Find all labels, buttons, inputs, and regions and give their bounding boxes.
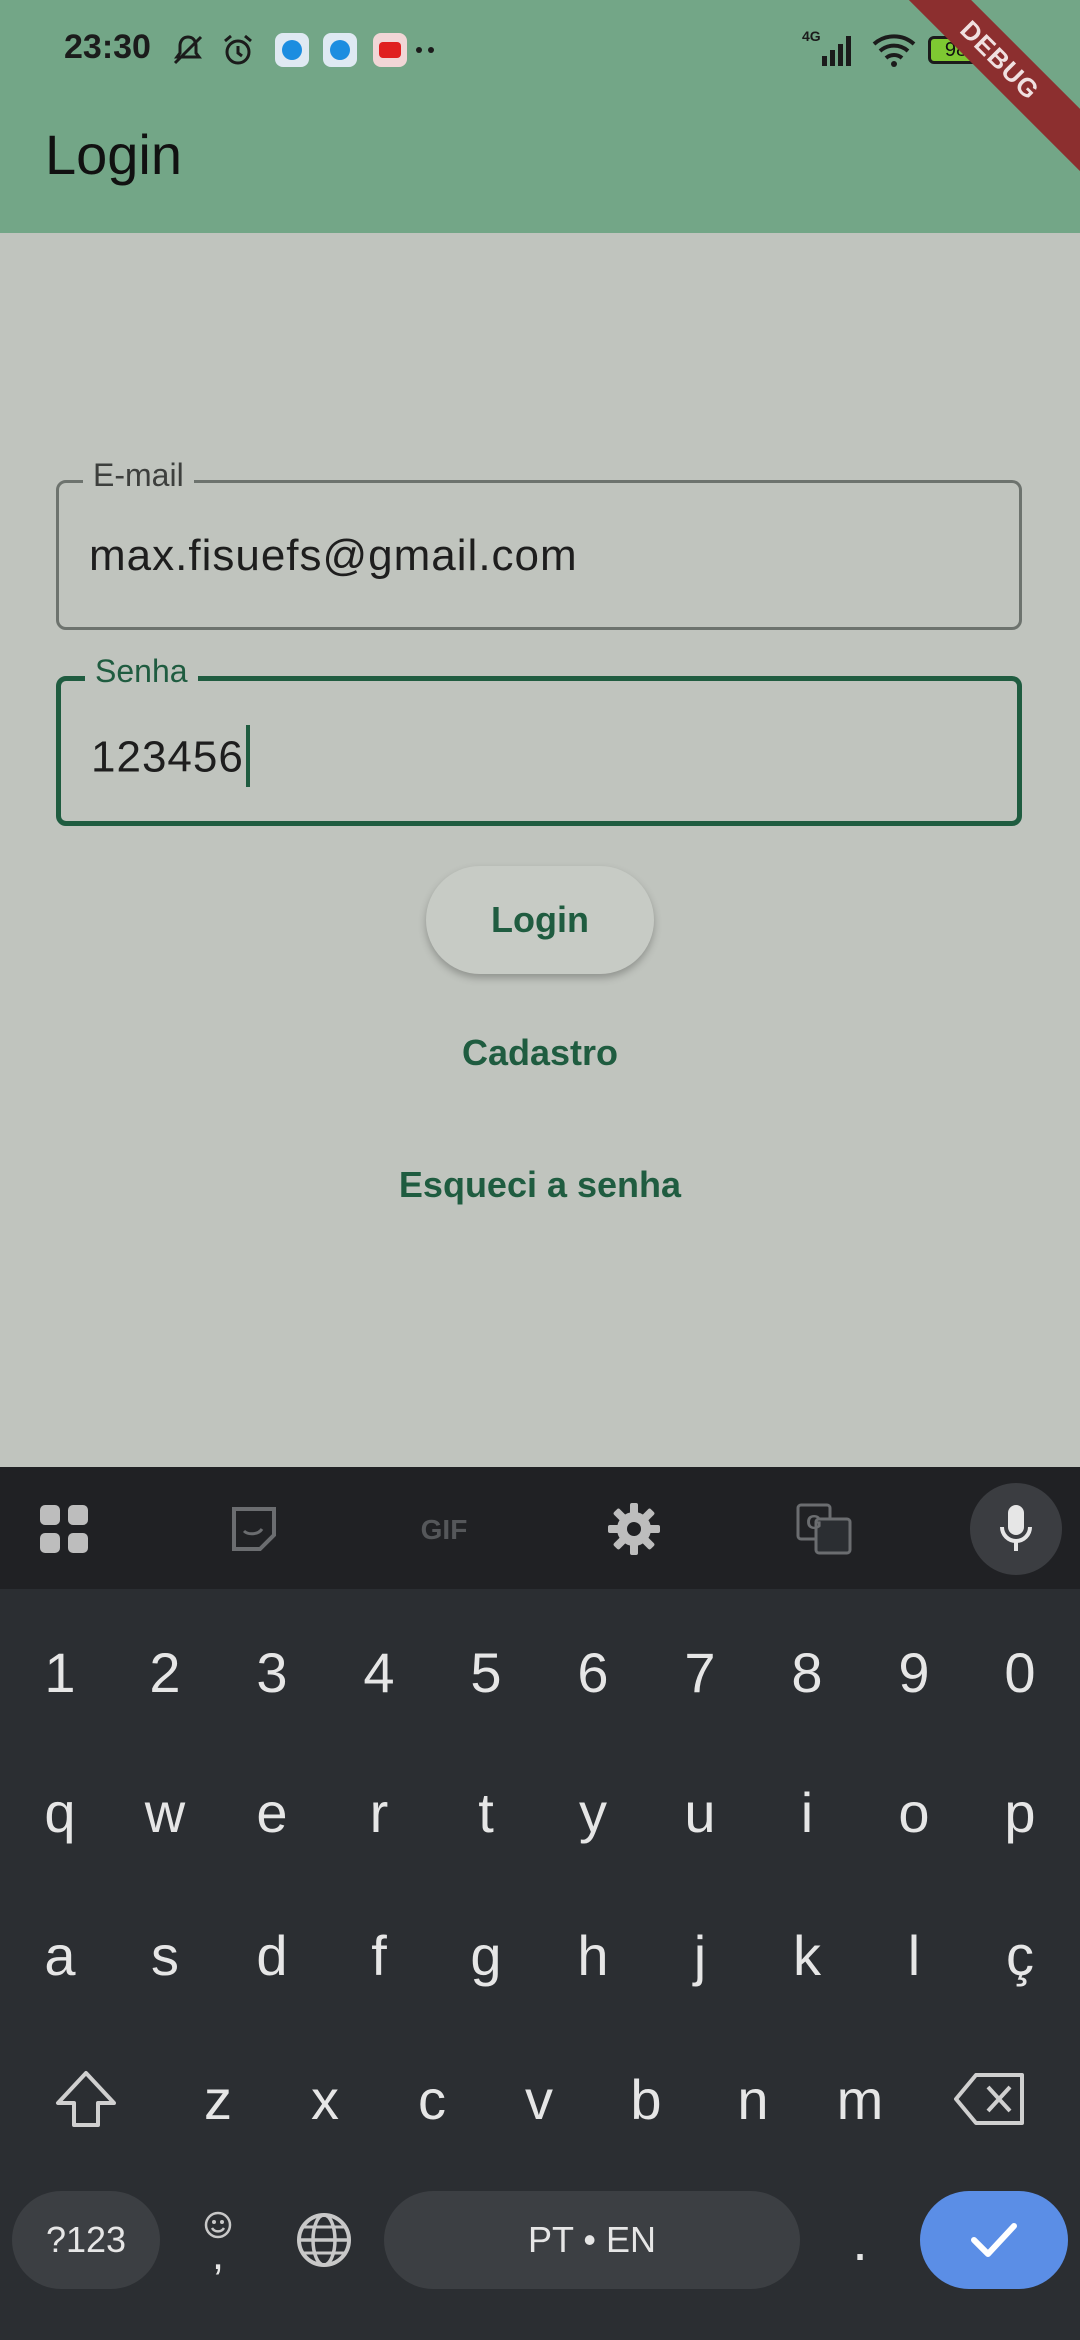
- email-value: max.fisuefs@gmail.com: [89, 531, 578, 580]
- key-6[interactable]: 6: [543, 1617, 643, 1727]
- key-t[interactable]: t: [436, 1757, 536, 1867]
- key-f[interactable]: f: [329, 1900, 429, 2010]
- email-label: E-mail: [83, 457, 194, 494]
- password-value-wrap: 123456: [91, 725, 250, 791]
- language-key[interactable]: [274, 2185, 374, 2295]
- key-v[interactable]: v: [489, 2044, 589, 2154]
- key-z[interactable]: z: [168, 2044, 268, 2154]
- signup-link[interactable]: Cadastro: [0, 1032, 1080, 1074]
- period-key[interactable]: .: [810, 2185, 910, 2295]
- key-c-cedilla[interactable]: ç: [970, 1900, 1070, 2010]
- status-time: 23:30: [64, 28, 151, 66]
- key-8[interactable]: 8: [757, 1617, 857, 1727]
- settings-gear-icon[interactable]: [592, 1487, 676, 1571]
- wifi-icon: [870, 30, 918, 70]
- backspace-key[interactable]: [940, 2044, 1040, 2154]
- more-notifications-icon: [414, 30, 438, 70]
- space-bar[interactable]: PT • EN: [384, 2191, 800, 2289]
- key-r[interactable]: r: [329, 1757, 429, 1867]
- globe-icon: [297, 2213, 351, 2267]
- mute-bell-icon: [168, 30, 208, 70]
- text-caret: [245, 725, 250, 787]
- gif-icon[interactable]: GIF: [402, 1487, 486, 1571]
- svg-text:G: G: [806, 1512, 822, 1534]
- keyboard-toolbar: GIF G: [0, 1467, 1080, 1589]
- alarm-icon: [218, 30, 258, 70]
- key-e[interactable]: e: [222, 1757, 322, 1867]
- key-y[interactable]: y: [543, 1757, 643, 1867]
- key-a[interactable]: a: [10, 1900, 110, 2010]
- key-u[interactable]: u: [650, 1757, 750, 1867]
- comma-label: ,: [211, 2230, 225, 2279]
- app-notification-icon-2: [320, 30, 360, 70]
- apps-grid-icon[interactable]: [22, 1487, 106, 1571]
- key-x[interactable]: x: [275, 2044, 375, 2154]
- key-g[interactable]: g: [436, 1900, 536, 2010]
- key-p[interactable]: p: [970, 1757, 1070, 1867]
- key-l[interactable]: l: [864, 1900, 964, 2010]
- forgot-password-link[interactable]: Esqueci a senha: [0, 1164, 1080, 1206]
- password-field[interactable]: Senha 123456: [56, 653, 1022, 826]
- symbols-key[interactable]: ?123: [12, 2191, 160, 2289]
- microphone-icon[interactable]: [970, 1483, 1062, 1575]
- key-m[interactable]: m: [810, 2044, 910, 2154]
- key-i[interactable]: i: [757, 1757, 857, 1867]
- page-title: Login: [45, 123, 183, 186]
- key-0[interactable]: 0: [970, 1617, 1070, 1727]
- checkmark-icon: [971, 2223, 1017, 2257]
- translate-icon[interactable]: G: [782, 1487, 866, 1571]
- key-4[interactable]: 4: [329, 1617, 429, 1727]
- svg-text:GIF: GIF: [421, 1514, 468, 1545]
- key-d[interactable]: d: [222, 1900, 322, 2010]
- key-k[interactable]: k: [757, 1900, 857, 2010]
- shift-icon: [56, 2071, 116, 2127]
- key-q[interactable]: q: [10, 1757, 110, 1867]
- key-9[interactable]: 9: [864, 1617, 964, 1727]
- key-c[interactable]: c: [382, 2044, 482, 2154]
- login-button[interactable]: Login: [426, 866, 654, 974]
- password-value: 123456: [91, 732, 244, 782]
- key-b[interactable]: b: [596, 2044, 696, 2154]
- forgot-password-label: Esqueci a senha: [398, 1164, 682, 1205]
- key-h[interactable]: h: [543, 1900, 643, 2010]
- app-bar: 23:30 4G 98 Login: [0, 0, 1080, 233]
- key-7[interactable]: 7: [650, 1617, 750, 1727]
- soft-keyboard: GIF G 1 2 3 4 5 6 7 8 9 0 q w e r t y u …: [0, 1467, 1080, 2340]
- key-o[interactable]: o: [864, 1757, 964, 1867]
- key-w[interactable]: w: [115, 1757, 215, 1867]
- shift-key[interactable]: [36, 2044, 136, 2154]
- app-notification-icon: [272, 30, 312, 70]
- backspace-icon: [954, 2073, 1024, 2125]
- key-3[interactable]: 3: [222, 1617, 322, 1727]
- email-field[interactable]: E-mail max.fisuefs@gmail.com: [56, 457, 1022, 630]
- youtube-icon: [370, 30, 410, 70]
- signal-icon: 4G: [800, 28, 860, 70]
- key-j[interactable]: j: [650, 1900, 750, 2010]
- enter-key[interactable]: [920, 2191, 1068, 2289]
- key-5[interactable]: 5: [436, 1617, 536, 1727]
- key-s[interactable]: s: [115, 1900, 215, 2010]
- sticker-icon[interactable]: [212, 1487, 296, 1571]
- comma-key[interactable]: ,: [168, 2185, 268, 2295]
- network-type: 4G: [802, 28, 821, 44]
- status-bar: 23:30 4G 98: [0, 0, 1080, 100]
- key-1[interactable]: 1: [10, 1617, 110, 1727]
- key-n[interactable]: n: [703, 2044, 803, 2154]
- key-2[interactable]: 2: [115, 1617, 215, 1727]
- password-label: Senha: [85, 653, 198, 690]
- signup-link-label: Cadastro: [461, 1032, 619, 1073]
